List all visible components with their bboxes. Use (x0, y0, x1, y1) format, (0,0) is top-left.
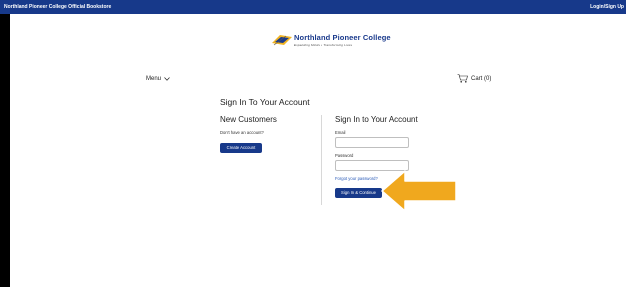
callout-arrow-icon (381, 170, 457, 212)
logo-emblem-icon (272, 35, 292, 46)
cart-link[interactable]: Cart (0) (457, 74, 491, 83)
page-content: Northland Pioneer College Expanding Mind… (10, 14, 626, 287)
college-logo[interactable]: Northland Pioneer College Expanding Mind… (272, 33, 391, 51)
email-field[interactable] (335, 137, 409, 148)
signin-heading: Sign In to Your Account (335, 115, 418, 124)
page-title: Sign In To Your Account (220, 97, 310, 107)
store-name[interactable]: Northland Pioneer College Official Books… (4, 4, 111, 10)
chevron-down-icon (164, 77, 170, 81)
password-label: Password (335, 153, 354, 158)
logo-tagline: Expanding Minds • Transforming Lives (294, 43, 353, 47)
no-account-prompt: Don't have an account? (220, 130, 264, 135)
forgot-password-link[interactable]: Forgot your password? (335, 176, 378, 181)
cart-icon (457, 74, 468, 83)
email-label: Email (335, 130, 346, 135)
sign-in-continue-button[interactable]: Sign In & Continue (335, 188, 382, 198)
menu-label: Menu (146, 76, 162, 82)
cart-label: Cart (0) (471, 75, 492, 82)
new-customers-heading: New Customers (220, 115, 277, 124)
login-signup-link[interactable]: Login/Sign Up (590, 4, 624, 10)
top-bar: Northland Pioneer College Official Books… (0, 0, 626, 14)
create-account-button[interactable]: Create Account (220, 143, 262, 153)
menu-button[interactable]: Menu (146, 76, 170, 82)
logo-name: Northland Pioneer College (294, 33, 391, 42)
column-divider (321, 115, 322, 205)
